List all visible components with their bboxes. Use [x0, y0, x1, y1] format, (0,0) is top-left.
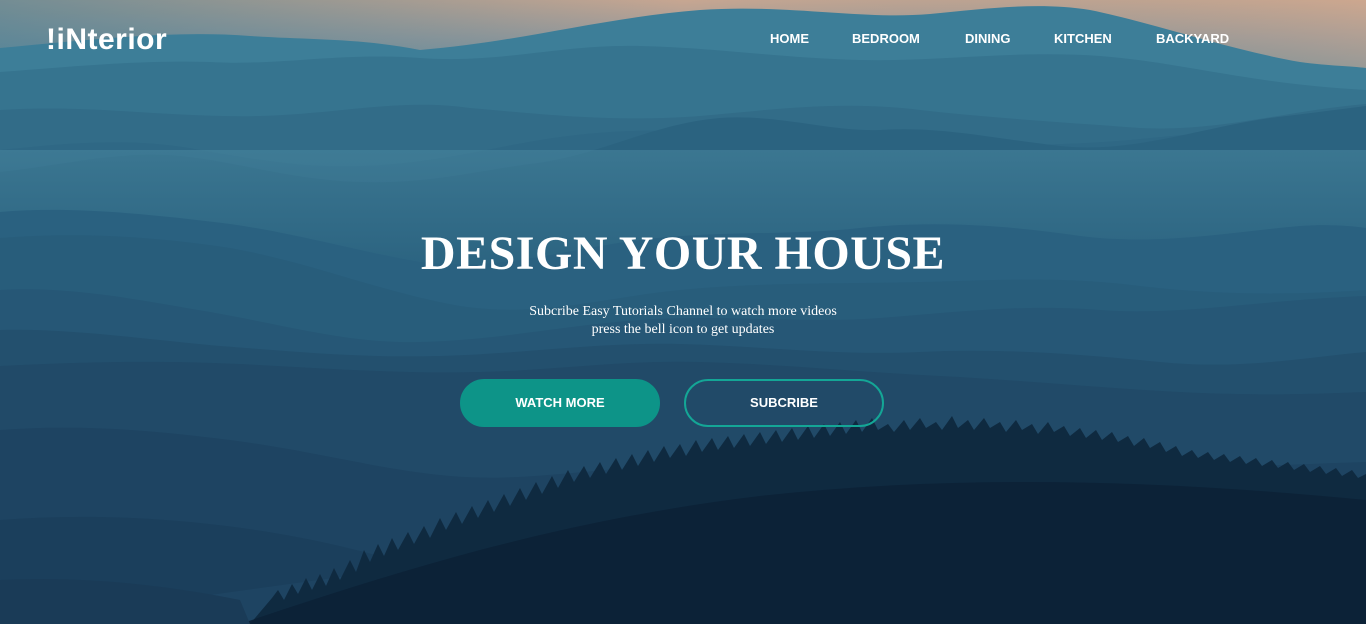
- hero-headline: DESIGN YOUR HOUSE: [420, 227, 946, 280]
- nav-item-dining[interactable]: DINING: [965, 30, 1011, 47]
- main-nav: HOME BEDROOM DINING KITCHEN BACKYARD: [750, 30, 1256, 48]
- hero-subtext-line-2: press the bell icon to get updates: [591, 322, 775, 337]
- hero-subtext-line-1: Subcribe Easy Tutorials Channel to watch…: [529, 304, 837, 319]
- logo[interactable]: !iNterior: [46, 22, 167, 58]
- nav-item-backyard[interactable]: BACKYARD: [1156, 30, 1229, 47]
- nav-item-home[interactable]: HOME: [770, 30, 809, 47]
- nav-item-bedroom[interactable]: BEDROOM: [852, 30, 920, 47]
- watch-more-button[interactable]: WATCH MORE: [460, 379, 660, 427]
- nav-item-kitchen[interactable]: KITCHEN: [1054, 30, 1112, 47]
- hero-subtext: Subcribe Easy Tutorials Channel to watch…: [383, 303, 983, 339]
- hero-section: !iNterior HOME BEDROOM DINING KITCHEN BA…: [0, 0, 1366, 624]
- subscribe-button[interactable]: SUBCRIBE: [684, 379, 884, 427]
